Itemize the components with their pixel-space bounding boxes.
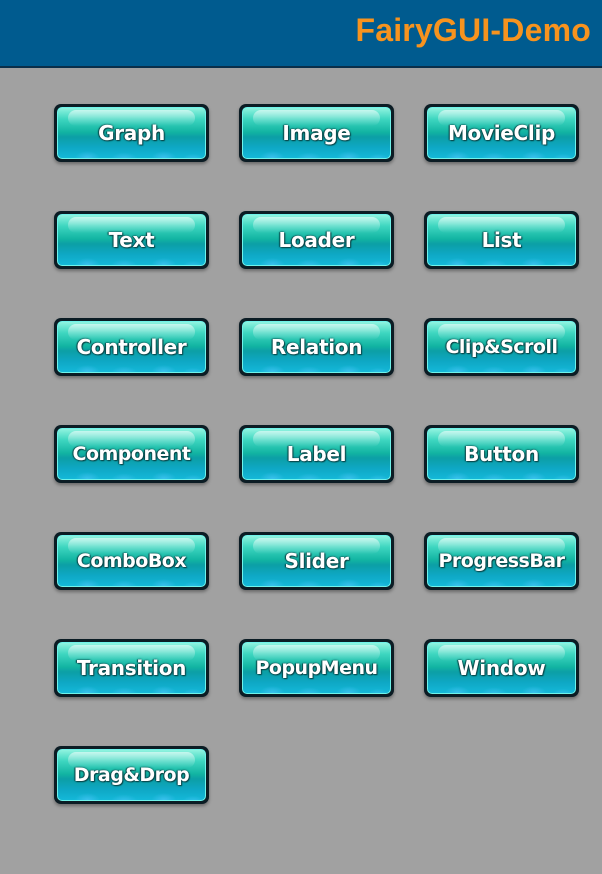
button-label: Transition [76,656,187,680]
button-label: Label [286,442,347,466]
graph-demo-button[interactable]: Graph [54,104,209,162]
button-demo-button[interactable]: Button [424,425,579,483]
list-demo-button[interactable]: List [424,211,579,269]
button-label: Relation [270,335,363,359]
button-label: ComboBox [76,550,187,572]
app-title: FairyGUI-Demo [355,12,591,48]
button-label: Component [72,443,191,465]
button-label: MovieClip [447,121,556,145]
button-label: Image [282,121,351,145]
button-label: Drag&Drop [73,764,190,786]
button-label: Controller [76,335,187,359]
slider-demo-button[interactable]: Slider [239,532,394,590]
movieclip-demo-button[interactable]: MovieClip [424,104,579,162]
button-label: Graph [98,121,165,145]
transition-demo-button[interactable]: Transition [54,639,209,697]
button-label: Window [457,656,546,680]
window-demo-button[interactable]: Window [424,639,579,697]
text-demo-button[interactable]: Text [54,211,209,269]
button-label: PopupMenu [255,657,378,679]
button-label: Clip&Scroll [445,336,558,358]
popupmenu-demo-button[interactable]: PopupMenu [239,639,394,697]
button-label: Text [108,228,155,252]
button-label: ProgressBar [438,550,566,572]
relation-demo-button[interactable]: Relation [239,318,394,376]
button-label: List [481,228,522,252]
combobox-demo-button[interactable]: ComboBox [54,532,209,590]
button-label: Loader [278,228,355,252]
progressbar-demo-button[interactable]: ProgressBar [424,532,579,590]
button-label: Button [464,442,539,466]
controller-demo-button[interactable]: Controller [54,318,209,376]
component-demo-button[interactable]: Component [54,425,209,483]
button-label: Slider [284,549,349,573]
image-demo-button[interactable]: Image [239,104,394,162]
demo-button-grid: Graph Image MovieClip Text Loader List C… [54,104,579,804]
app-header: FairyGUI-Demo [0,0,602,68]
label-demo-button[interactable]: Label [239,425,394,483]
drag-drop-demo-button[interactable]: Drag&Drop [54,746,209,804]
clip-scroll-demo-button[interactable]: Clip&Scroll [424,318,579,376]
loader-demo-button[interactable]: Loader [239,211,394,269]
